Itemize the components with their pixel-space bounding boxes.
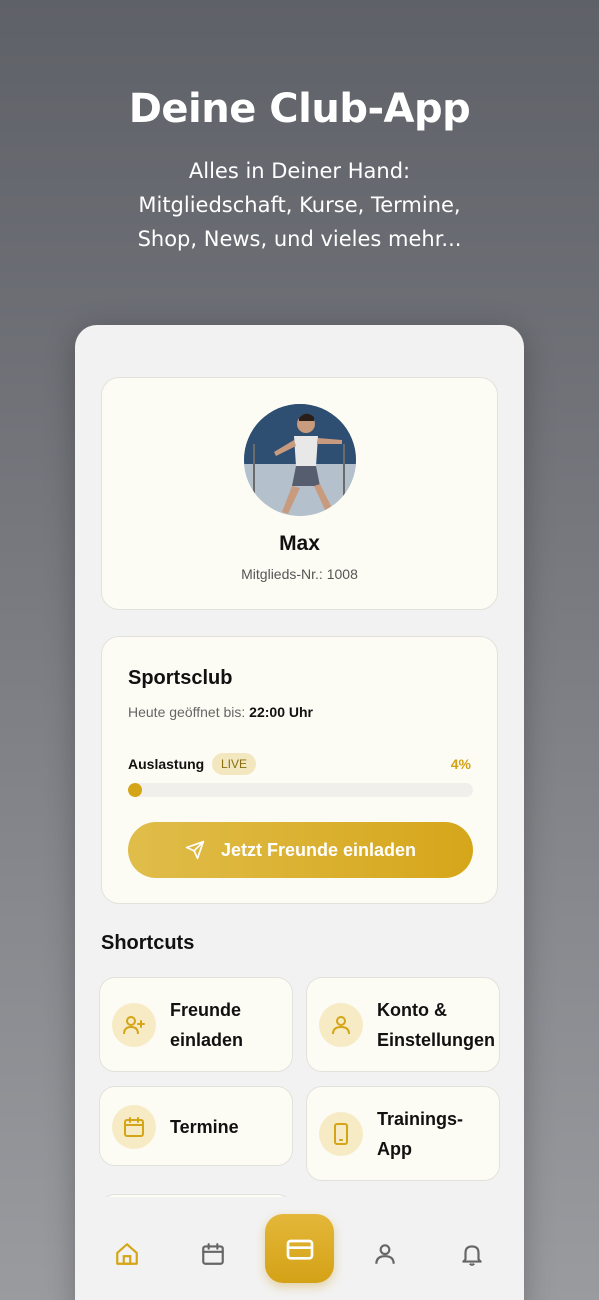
live-badge: LIVE (212, 753, 257, 775)
hero-subtitle-line: Shop, News, und vieles mehr... (137, 227, 462, 251)
shortcut-label: Termine (170, 1117, 239, 1137)
phone-screen: Max Mitglieds-Nr.: 1008 Sportsclub Heute… (75, 325, 524, 1300)
avatar[interactable] (244, 404, 356, 516)
hero-subtitle: Alles in Deiner Hand: Mitgliedschaft, Ku… (0, 154, 599, 256)
user-icon (319, 1003, 363, 1047)
opening-label: Heute geöffnet bis: (128, 704, 246, 720)
shortcut-label-line: App (377, 1139, 412, 1159)
membership-card-button[interactable] (265, 1214, 334, 1283)
opening-time: 22:00 Uhr (249, 704, 313, 720)
calendar-icon (112, 1105, 156, 1149)
shortcut-label-line: Konto & (377, 1000, 447, 1020)
invite-friends-label: Jetzt Freunde einladen (220, 839, 417, 860)
invite-friends-button[interactable]: Jetzt Freunde einladen (128, 822, 473, 878)
calendar-icon[interactable] (198, 1239, 228, 1269)
shortcut-label-line: Trainings- (377, 1109, 464, 1129)
shortcut-training-app[interactable]: Trainings- App (306, 1086, 500, 1181)
bottom-navigation (75, 1197, 524, 1300)
occupancy-percent: 4% (450, 756, 471, 772)
card-icon (286, 1239, 313, 1260)
club-card: Sportsclub Heute geöffnet bis: 22:00 Uhr… (101, 636, 498, 904)
bell-icon[interactable] (457, 1239, 487, 1269)
shortcut-label: Trainings- App (377, 1104, 463, 1164)
shortcut-invite-friends[interactable]: Freunde einladen (99, 977, 293, 1072)
hero-subtitle-line: Mitgliedschaft, Kurse, Termine, (138, 193, 461, 217)
occupancy-progress-bar (128, 783, 473, 797)
hero-title: Deine Club-App (128, 86, 471, 132)
hero-subtitle-line: Alles in Deiner Hand: (188, 159, 411, 183)
shortcut-label-line: einladen (170, 1030, 244, 1050)
shortcut-label-line: Freunde (170, 1000, 242, 1020)
occupancy-progress-fill (128, 783, 142, 797)
user-plus-icon (112, 1003, 156, 1047)
send-icon (185, 840, 205, 860)
avatar-photo (244, 404, 356, 516)
club-name: Sportsclub (128, 667, 233, 689)
phone-icon (319, 1112, 363, 1156)
shortcut-account-settings[interactable]: Konto & Einstellungen (306, 977, 500, 1072)
occupancy-label: Auslastung (128, 756, 205, 772)
shortcut-label: Konto & Einstellungen (377, 995, 495, 1055)
shortcut-appointments[interactable]: Termine (99, 1086, 293, 1166)
shortcut-label-line: Einstellungen (377, 1030, 496, 1050)
home-icon[interactable] (112, 1239, 142, 1269)
member-number: Mitglieds-Nr.: 1008 (241, 566, 358, 582)
profile-card[interactable]: Max Mitglieds-Nr.: 1008 (101, 377, 498, 610)
opening-hours: Heute geöffnet bis: 22:00 Uhr (128, 704, 313, 720)
user-icon[interactable] (370, 1239, 400, 1269)
shortcut-label: Freunde einladen (170, 995, 243, 1055)
shortcuts-title: Shortcuts (101, 932, 195, 954)
profile-name: Max (279, 532, 320, 555)
